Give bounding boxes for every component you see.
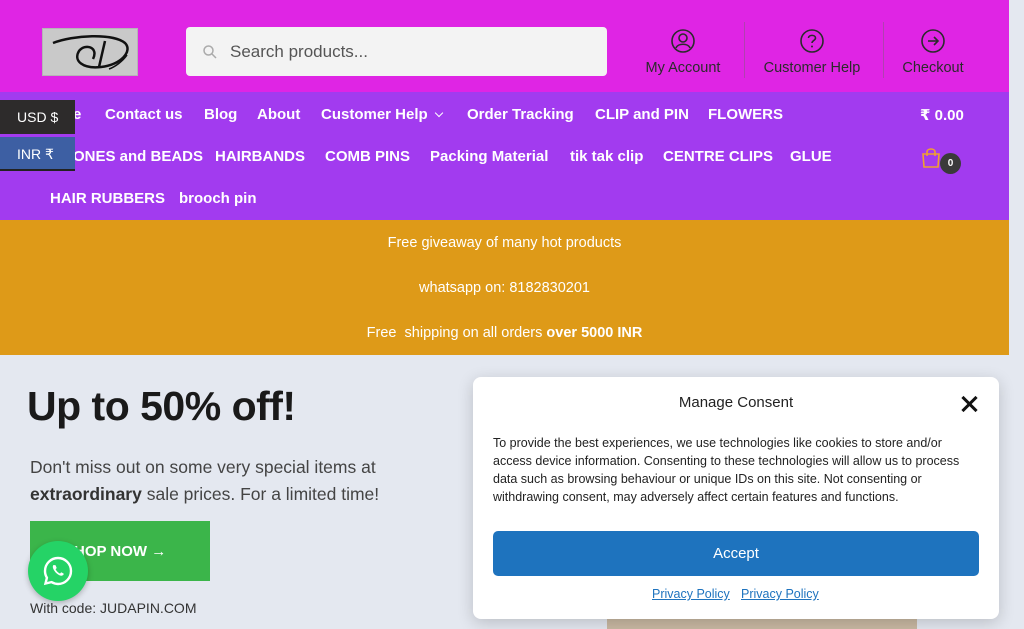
user-circle-icon	[671, 29, 695, 53]
nav-item-customer-help[interactable]: Customer Help	[321, 106, 443, 123]
hero-title: Up to 50% off!	[27, 383, 296, 429]
site-logo[interactable]	[42, 28, 138, 76]
privacy-policy-link-2[interactable]: Privacy Policy	[741, 587, 819, 601]
nav-item-hairbands[interactable]: HAIRBANDS	[215, 148, 305, 165]
currency-inr[interactable]: INR ₹	[0, 137, 75, 171]
cart-total[interactable]: ₹ 0.00	[920, 106, 964, 124]
my-account-label: My Account	[645, 60, 721, 76]
promo-line-3-text: Free shipping on all orders	[366, 325, 547, 341]
nav-item-tik-tak[interactable]: tik tak clip	[570, 148, 643, 165]
chevron-down-icon	[434, 108, 443, 118]
nav-item-glue[interactable]: GLUE	[790, 148, 832, 165]
promo-line-1: Free giveaway of many hot products	[387, 235, 622, 251]
hero-desc-prefix: Don't miss out on some very special item…	[30, 457, 376, 477]
my-account-link[interactable]: My Account	[640, 28, 726, 80]
nav-item-brooch-pin[interactable]: brooch pin	[179, 190, 257, 207]
whatsapp-button[interactable]	[28, 541, 88, 601]
nav-item-about[interactable]: About	[257, 106, 300, 123]
nav-item-comb-pins[interactable]: COMB PINS	[325, 148, 410, 165]
nav-item-order-tracking[interactable]: Order Tracking	[467, 106, 574, 123]
main-navigation: e Contact us Blog About Customer Help Or…	[0, 92, 1009, 220]
customer-help-label: Customer Help	[763, 60, 861, 76]
header-divider	[744, 22, 745, 78]
logo-mark-icon	[52, 35, 129, 70]
customer-help-link[interactable]: Customer Help	[760, 28, 864, 80]
nav-item-blog[interactable]: Blog	[204, 106, 237, 123]
promo-line-3: Free shipping on all orders over 5000 IN…	[0, 325, 1009, 341]
search-input[interactable]	[230, 27, 590, 76]
consent-title: Manage Consent	[678, 394, 794, 411]
promo-code: With code: JUDAPIN.COM	[30, 600, 197, 616]
promo-line-3-highlight: over 5000 INR	[546, 325, 643, 341]
accept-button[interactable]: Accept	[493, 531, 979, 576]
whatsapp-icon	[43, 556, 73, 586]
hero-desc-suffix: sale prices. For a limited time!	[141, 484, 380, 504]
privacy-policy-link[interactable]: Privacy Policy	[652, 587, 730, 601]
nav-item-packing[interactable]: Packing Material	[430, 148, 548, 165]
hero-desc-bold: extraordinary	[30, 484, 142, 504]
nav-item-clip-pin[interactable]: CLIP and PIN	[595, 106, 689, 123]
nav-item-hair-rubbers[interactable]: HAIR RUBBERS	[50, 190, 165, 207]
cart-count-badge: 0	[940, 153, 961, 174]
search-icon	[203, 45, 217, 59]
site-header: My Account Customer Help Checkout	[0, 0, 1009, 92]
nav-item-contact[interactable]: Contact us	[105, 106, 183, 123]
nav-item-stones-beads[interactable]: ONES and BEADS	[73, 148, 203, 165]
nav-item-centre-clips[interactable]: CENTRE CLIPS	[663, 148, 773, 165]
currency-usd[interactable]: USD $	[0, 100, 75, 134]
consent-modal: Manage Consent To provide the best exper…	[473, 377, 999, 619]
close-icon[interactable]	[960, 395, 978, 413]
checkout-link[interactable]: Checkout	[898, 28, 968, 80]
checkout-label: Checkout	[902, 60, 964, 76]
consent-text: To provide the best experiences, we use …	[493, 436, 960, 504]
nav-item-flowers[interactable]: FLOWERS	[708, 106, 783, 123]
promo-bar: Free giveaway of many hot products whats…	[0, 220, 1009, 355]
nav-item-label: Customer Help	[321, 106, 428, 123]
hero-description: Don't miss out on some very special item…	[30, 454, 450, 508]
shopping-bag-icon[interactable]	[921, 147, 941, 169]
search-bar	[186, 27, 607, 76]
header-divider	[883, 22, 884, 78]
help-circle-icon	[800, 29, 824, 53]
promo-line-2: whatsapp on: 8182830201	[419, 280, 590, 296]
arrow-right-circle-icon	[921, 29, 945, 53]
